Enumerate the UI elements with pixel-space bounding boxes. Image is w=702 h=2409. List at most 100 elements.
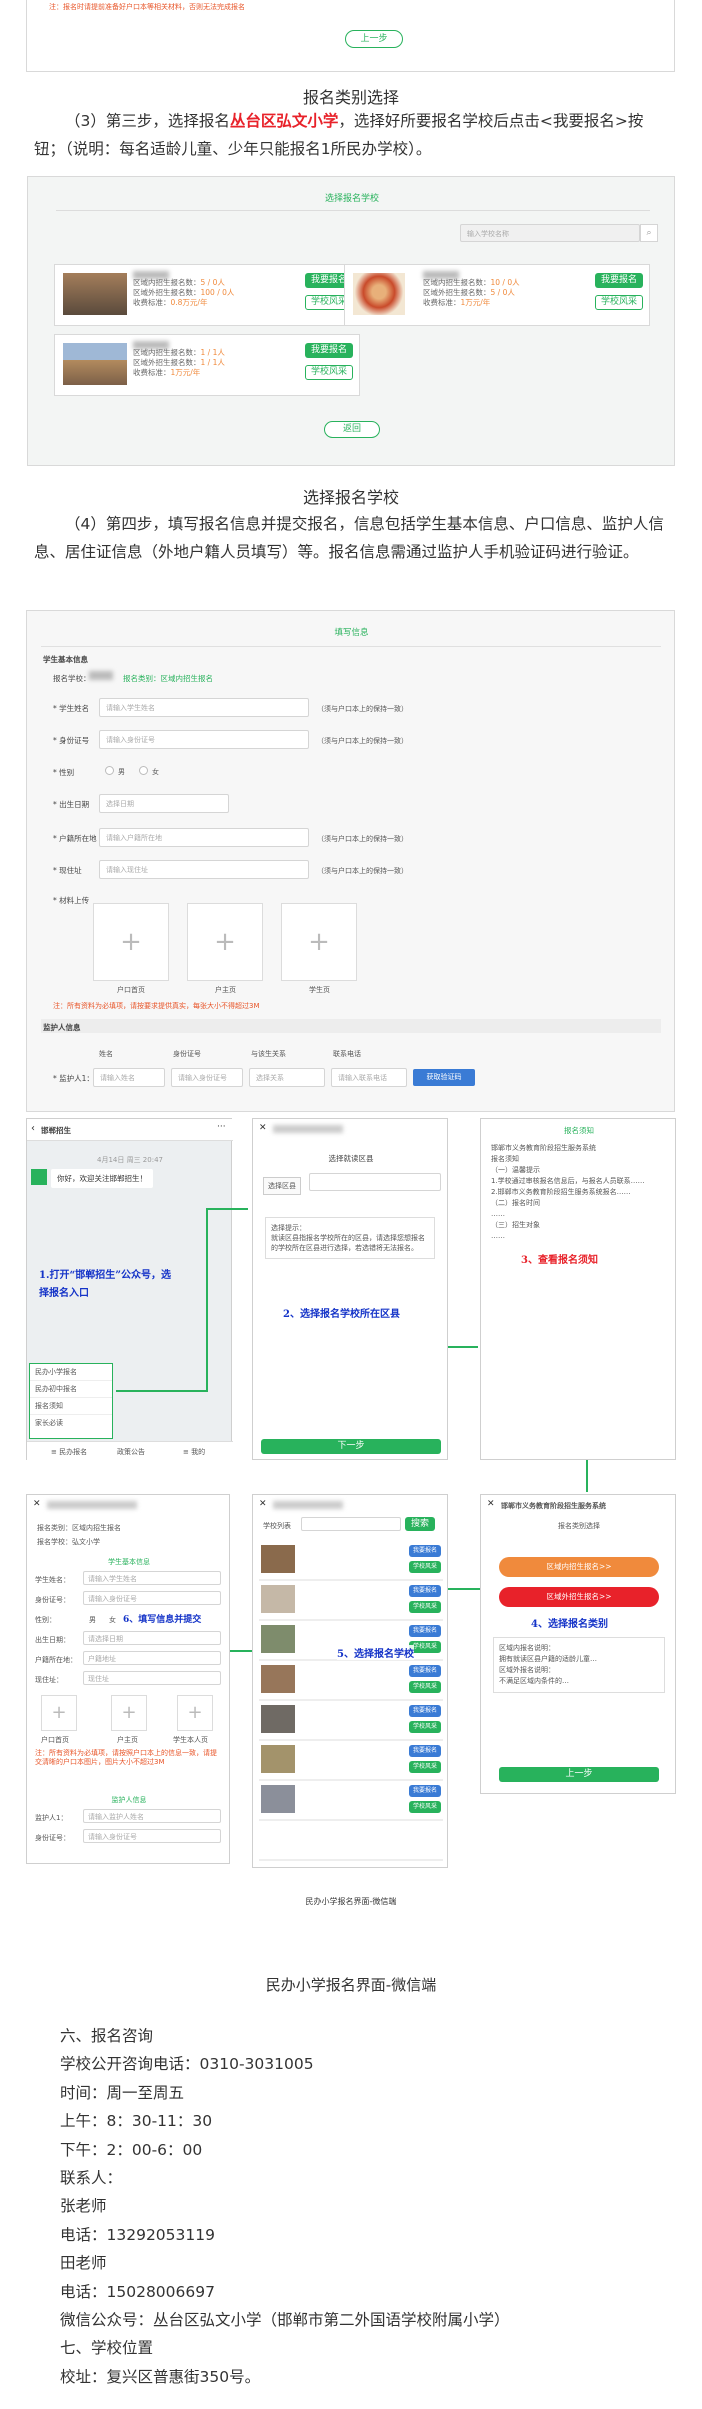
m-upload-1[interactable]: + — [41, 1695, 77, 1731]
menu-item[interactable]: 民办初中报名 — [30, 1381, 112, 1398]
tab-policy[interactable]: 政策公告 — [117, 1447, 145, 1457]
step6-note: 6、填写信息并提交 — [123, 1615, 202, 1625]
upload-label: * 材料上传 — [53, 896, 90, 905]
phone-category: ✕ 邯郸市义务教育阶段招生服务系统 报名类别选择 区域内招生报名>> 区域外招生… — [480, 1494, 676, 1794]
guardian-id-input[interactable]: 请输入身份证号 — [171, 1068, 243, 1087]
close-icon[interactable]: ✕ — [259, 1499, 267, 1509]
address-input[interactable]: 请输入现住址 — [99, 860, 309, 879]
get-code-button[interactable]: 获取验证码 — [413, 1069, 475, 1086]
next-button[interactable]: 下一步 — [261, 1439, 441, 1454]
step3-paragraph: （3）第三步，选择报名丛台区弘文小学，选择好所要报名学校后点击<我要报名>按钮；… — [34, 112, 644, 158]
apply-button[interactable]: 我要报名 — [409, 1705, 441, 1717]
household-input[interactable]: 请输入户籍所在地 — [99, 828, 309, 847]
m-id-input[interactable]: 请输入身份证号 — [83, 1591, 221, 1605]
apply-button[interactable]: 我要报名 — [595, 273, 643, 288]
apply-button[interactable]: 我要报名 — [409, 1785, 441, 1797]
mobile-collage: ‹ 邯郸招生 ··· 4月14日 周三 20:47 你好，欢迎关注邯郸招生！ 1… — [26, 1118, 676, 1918]
upload-householder-page[interactable]: + — [187, 903, 263, 981]
guardian-name-input[interactable]: 请输入姓名 — [93, 1068, 165, 1087]
school-style-button[interactable]: 学校风采 — [409, 1801, 441, 1813]
apply-button[interactable]: 我要报名 — [409, 1745, 441, 1757]
apply-button[interactable]: 我要报名 — [305, 343, 353, 358]
school-style-button[interactable]: 学校风采 — [409, 1601, 441, 1613]
school-value-blurred — [89, 671, 113, 680]
close-icon[interactable]: ✕ — [487, 1499, 495, 1509]
search-icon[interactable]: ⌕ — [640, 224, 658, 242]
gender-male-radio[interactable] — [105, 766, 114, 775]
upload-household-page[interactable]: + — [93, 903, 169, 981]
menu-item[interactable]: 家长必读 — [30, 1415, 112, 1431]
outside-area-button[interactable]: 区域外招生报名>> — [499, 1587, 659, 1607]
school-style-button[interactable]: 学校风采 — [305, 365, 353, 380]
step3-note: 3、查看报名须知 — [521, 1255, 598, 1266]
highlight-school: 丛台区弘文小学 — [229, 112, 339, 130]
m-guardian-id-input[interactable]: 请输入身份证号 — [83, 1829, 221, 1843]
school-list-title: 选择报名学校 — [324, 194, 379, 204]
close-icon[interactable]: ✕ — [259, 1123, 267, 1133]
back-arrow-icon[interactable]: ‹ — [31, 1123, 35, 1134]
m-student-name-input[interactable]: 请输入学生姓名 — [83, 1571, 221, 1585]
back-button[interactable]: 上一步 — [345, 30, 403, 48]
m-household-input[interactable]: 户籍地址 — [83, 1651, 221, 1665]
m-upload-2[interactable]: + — [111, 1695, 147, 1731]
school-style-button[interactable]: 学校风采 — [409, 1561, 441, 1573]
apply-button[interactable]: 我要报名 — [409, 1585, 441, 1597]
phone-notice: 报名须知 邯郸市义务教育阶段招生服务系统 报名须知 （一）温馨提示 1.学校通过… — [480, 1118, 676, 1460]
guardian-relation-select[interactable]: 选择关系 — [249, 1068, 325, 1087]
section-7-heading: 七、学校位置 — [60, 2339, 154, 2358]
school-style-button[interactable]: 学校风采 — [409, 1721, 441, 1733]
phone-wechat-menu: ‹ 邯郸招生 ··· 4月14日 周三 20:47 你好，欢迎关注邯郸招生！ 1… — [26, 1118, 233, 1461]
m-upload-3[interactable]: + — [177, 1695, 213, 1731]
m-address-input[interactable]: 现住址 — [83, 1671, 221, 1685]
apply-button[interactable]: 我要报名 — [409, 1625, 441, 1637]
return-button[interactable]: 返回 — [324, 421, 380, 438]
tab-apply[interactable]: ≡ 民办报名 — [51, 1447, 87, 1457]
school-style-button[interactable]: 学校风采 — [409, 1681, 441, 1693]
phone-line: 学校公开咨询电话：0310-3031005 — [60, 2055, 314, 2074]
apply-button[interactable]: 我要报名 — [409, 1665, 441, 1677]
district-select[interactable] — [309, 1173, 441, 1191]
school-search-input[interactable]: 输入学校名称 — [460, 224, 640, 242]
welcome-message: 你好，欢迎关注邯郸招生！ — [51, 1169, 153, 1188]
inside-area-button[interactable]: 区域内招生报名>> — [499, 1557, 659, 1577]
apply-button[interactable]: 我要报名 — [409, 1545, 441, 1557]
search-button[interactable]: 搜索 — [405, 1517, 435, 1531]
m-guardian-input[interactable]: 请输入监护人姓名 — [83, 1809, 221, 1823]
upload-student-page[interactable]: + — [281, 903, 357, 981]
card-stats: 区域内招生报名数：10 / 0人 区域外招生报名数：5 / 0人 收费标准：1万… — [423, 278, 520, 307]
menu-item[interactable]: 报名须知 — [30, 1398, 112, 1415]
school-style-button[interactable]: 学校风采 — [595, 295, 643, 310]
school-search-input[interactable] — [301, 1517, 401, 1531]
student-name-input[interactable]: 请输入学生姓名 — [99, 698, 309, 717]
school-card: 区域内招生报名数：1 / 1人 区域外招生报名数：1 / 1人 收费标准：1万元… — [54, 334, 360, 396]
m-birth-input[interactable]: 请选择日期 — [83, 1631, 221, 1645]
menu-item[interactable]: 民办小学报名 — [30, 1364, 112, 1381]
id-number-input[interactable]: 请输入身份证号 — [99, 730, 309, 749]
m-gender-male[interactable]: 男 — [89, 1615, 96, 1625]
step1-note: 1.打开“邯郸招生”公众号，选择报名入口 — [39, 1270, 171, 1299]
school-list-screenshot: 选择报名学校 输入学校名称 ⌕ 区域内招生报名数：5 / 0人 区域外招生报名数… — [27, 176, 675, 466]
more-icon[interactable]: ··· — [217, 1122, 226, 1132]
school-label: 报名学校： — [53, 674, 91, 683]
birthdate-input[interactable]: 选择日期 — [99, 794, 229, 813]
mobile-school-rows: 我要报名 学校风采 我要报名 学校风采 我要报名 学校风采 我要报名 学校风采 我要报名… — [259, 1541, 443, 1861]
m-gender-female[interactable]: 女 — [109, 1615, 116, 1625]
section-student: 学生基本信息 — [43, 655, 88, 664]
caption-wechat-small: 民办小学报名界面-微信端 — [305, 1897, 397, 1906]
district-hint: 选择提示： 就读区县指报名学校所在的区县，请选择您想报名的学校所在区县进行选择，… — [265, 1217, 435, 1259]
step4-note: 4、选择报名类别 — [531, 1619, 608, 1630]
upload-note: 注：所有资料为必填项，请按要求提供真实，每张大小不得超过3M — [53, 1002, 260, 1010]
address-line: 校址：复兴区普惠街350号。 — [60, 2367, 261, 2386]
close-icon[interactable]: ✕ — [33, 1499, 41, 1509]
section-guardian: 监护人信息 — [43, 1023, 81, 1032]
warning-text: 注：报名时请提前准备好户口本等相关材料，否则无法完成报名 — [49, 3, 245, 11]
step4-paragraph: （4）第四步，填写报名信息并提交报名，信息包括学生基本信息、户口信息、监护人信息… — [34, 515, 664, 561]
school-photo — [353, 273, 405, 315]
school-style-button[interactable]: 学校风采 — [409, 1761, 441, 1773]
prev-button[interactable]: 上一步 — [499, 1767, 659, 1782]
phone-school-list: ✕ 学校列表 搜索 我要报名 学校风采 我要报名 学校风采 我要报名 学校风采 我要报… — [252, 1494, 448, 1868]
gender-female-radio[interactable] — [139, 766, 148, 775]
guardian-phone-input[interactable]: 请输入联系电话 — [331, 1068, 407, 1087]
tab-mine[interactable]: ≡ 我的 — [183, 1447, 205, 1457]
top-screenshot: 注：报名时请提前准备好户口本等相关材料，否则无法完成报名 上一步 — [26, 0, 675, 72]
